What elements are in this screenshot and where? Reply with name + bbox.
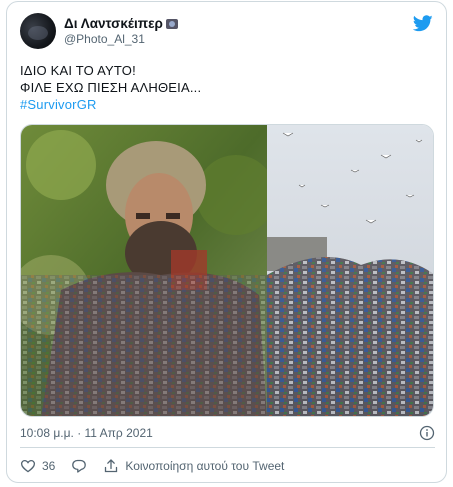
display-name[interactable]: Δι Λαντσκέιπερ	[64, 15, 178, 32]
like-button[interactable]: 36	[20, 458, 55, 474]
tweet-image[interactable]	[20, 124, 434, 417]
author-info[interactable]: Δι Λαντσκέιπερ @Photo_Al_31	[64, 15, 178, 47]
photo-collage	[21, 125, 433, 416]
tweet-text-line-2: ΦΙΛΕ ΕΧΩ ΠΙΕΣΗ ΑΛΗΘΕΙΑ...	[20, 80, 202, 95]
tweet-card: Δι Λαντσκέιπερ @Photo_Al_31 ΙΔΙΟ ΚΑΙ ΤΟ …	[6, 1, 447, 483]
tweet-text-line-1: ΙΔΙΟ ΚΑΙ ΤΟ ΑΥΤΟ!	[20, 63, 136, 78]
hashtag-link[interactable]: #SurvivorGR	[20, 96, 435, 113]
share-label: Κοινοποίηση αυτού του Tweet	[125, 459, 285, 473]
display-name-text: Δι Λαντσκέιπερ	[64, 16, 163, 31]
avatar[interactable]	[20, 13, 56, 49]
reply-icon	[72, 459, 87, 473]
timestamp[interactable]: 10:08 μ.μ. · 11 Απρ 2021	[20, 426, 153, 440]
camera-icon	[165, 18, 178, 29]
twitter-bird-icon[interactable]	[413, 15, 433, 32]
info-icon[interactable]	[419, 425, 435, 441]
action-bar: 36 Κοινοποίηση αυτού του Tweet	[20, 456, 300, 476]
tweet-meta: 10:08 μ.μ. · 11 Απρ 2021	[20, 425, 435, 442]
heart-icon	[20, 459, 36, 473]
like-count: 36	[42, 459, 56, 473]
share-button[interactable]: Κοινοποίηση αυτού του Tweet	[103, 458, 284, 474]
divider	[20, 447, 435, 448]
user-handle[interactable]: @Photo_Al_31	[64, 32, 178, 47]
share-icon	[105, 459, 118, 473]
reply-button[interactable]	[71, 458, 87, 474]
tweet-text: ΙΔΙΟ ΚΑΙ ΤΟ ΑΥΤΟ! ΦΙΛΕ ΕΧΩ ΠΙΕΣΗ ΑΛΗΘΕΙΑ…	[20, 62, 435, 113]
tweet-header: Δι Λαντσκέιπερ @Photo_Al_31	[20, 13, 435, 53]
